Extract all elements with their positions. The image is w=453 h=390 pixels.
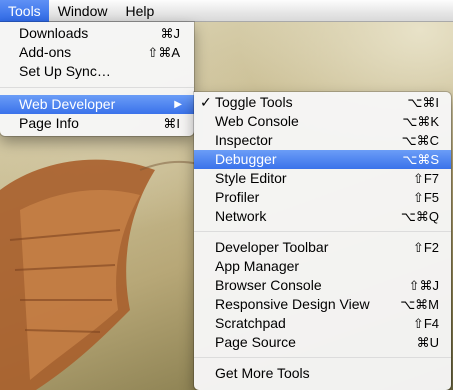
menu-item-scratchpad[interactable]: Scratchpad ⇧F4 [194,314,451,333]
menu-item-label: Developer Toolbar [215,239,329,255]
menu-item-shortcut: ⇧⌘A [147,45,180,60]
menu-item-label: Style Editor [215,170,287,186]
menu-item-label: Profiler [215,189,260,205]
menu-item-responsive-design-view[interactable]: Responsive Design View ⌥⌘M [194,295,451,314]
web-developer-submenu: ✓ Toggle Tools ⌥⌘I Web Console ⌥⌘K Inspe… [194,92,451,390]
menu-item-shortcut: ⇧⌘J [408,278,439,293]
menu-item-developer-toolbar[interactable]: Developer Toolbar ⇧F2 [194,238,451,257]
menu-item-web-developer[interactable]: Web Developer ▶ [0,95,194,114]
menu-item-network[interactable]: Network ⌥⌘Q [194,207,451,226]
menu-item-shortcut: ⌥⌘K [402,114,439,129]
menu-item-shortcut: ⌥⌘S [402,152,439,167]
menu-item-toggle-tools[interactable]: ✓ Toggle Tools ⌥⌘I [194,93,451,112]
menu-item-debugger[interactable]: Debugger ⌥⌘S [194,150,451,169]
menu-item-label: Responsive Design View [215,296,370,312]
menu-item-label: Browser Console [215,277,322,293]
menu-item-profiler[interactable]: Profiler ⇧F5 [194,188,451,207]
menu-item-shortcut: ⌥⌘C [401,133,439,148]
menu-item-label: App Manager [215,258,300,274]
menu-item-inspector[interactable]: Inspector ⌥⌘C [194,131,451,150]
menu-item-shortcut: ⇧F7 [412,171,439,186]
submenu-arrow-icon: ▶ [174,99,182,110]
menu-item-label: Get More Tools [215,365,310,381]
menu-item-label: Add-ons [19,44,72,60]
menubar-tools[interactable]: Tools [0,0,49,22]
menu-item-web-console[interactable]: Web Console ⌥⌘K [194,112,451,131]
menu-item-shortcut: ⌥⌘M [400,297,439,312]
menu-item-shortcut: ⌘U [416,335,439,350]
menu-separator [194,231,451,232]
menu-item-page-source[interactable]: Page Source ⌘U [194,333,451,352]
menu-item-shortcut: ⇧F4 [412,316,439,331]
menu-item-set-up-sync[interactable]: Set Up Sync… [0,62,194,81]
menu-item-shortcut: ⌘J [160,26,181,41]
menu-item-shortcut: ⌥⌘I [407,95,439,110]
menu-separator [194,357,451,358]
menu-item-label: Scratchpad [215,315,286,331]
menu-item-style-editor[interactable]: Style Editor ⇧F7 [194,169,451,188]
menu-item-page-info[interactable]: Page Info ⌘I [0,114,194,133]
menu-bar: Tools Window Help [0,0,453,22]
menu-item-app-manager[interactable]: App Manager [194,257,451,276]
menu-item-label: Downloads [19,25,89,41]
menu-item-label: Page Source [215,334,296,350]
menu-item-label: Toggle Tools [215,94,293,110]
menu-item-get-more-tools[interactable]: Get More Tools [194,364,451,383]
menu-item-label: Page Info [19,115,79,131]
menu-item-browser-console[interactable]: Browser Console ⇧⌘J [194,276,451,295]
checkmark-icon: ✓ [200,94,212,110]
menu-item-downloads[interactable]: Downloads ⌘J [0,24,194,43]
menu-item-label: Web Console [215,113,299,129]
menu-item-shortcut: ⇧F5 [412,190,439,205]
menu-item-label: Debugger [215,151,277,167]
menu-item-add-ons[interactable]: Add-ons ⇧⌘A [0,43,194,62]
menu-item-label: Network [215,208,267,224]
menu-item-label: Inspector [215,132,273,148]
menu-item-label: Set Up Sync… [19,63,111,79]
menu-item-shortcut: ⇧F2 [412,240,439,255]
menubar-window[interactable]: Window [49,0,117,22]
menu-item-label: Web Developer [19,96,116,112]
menu-separator [0,87,194,88]
wallpaper-artwork [0,159,216,390]
menu-item-shortcut: ⌥⌘Q [400,209,439,224]
menu-item-shortcut: ⌘I [163,116,180,131]
tools-menu: Downloads ⌘J Add-ons ⇧⌘A Set Up Sync… We… [0,22,194,136]
menubar-help[interactable]: Help [116,0,163,22]
